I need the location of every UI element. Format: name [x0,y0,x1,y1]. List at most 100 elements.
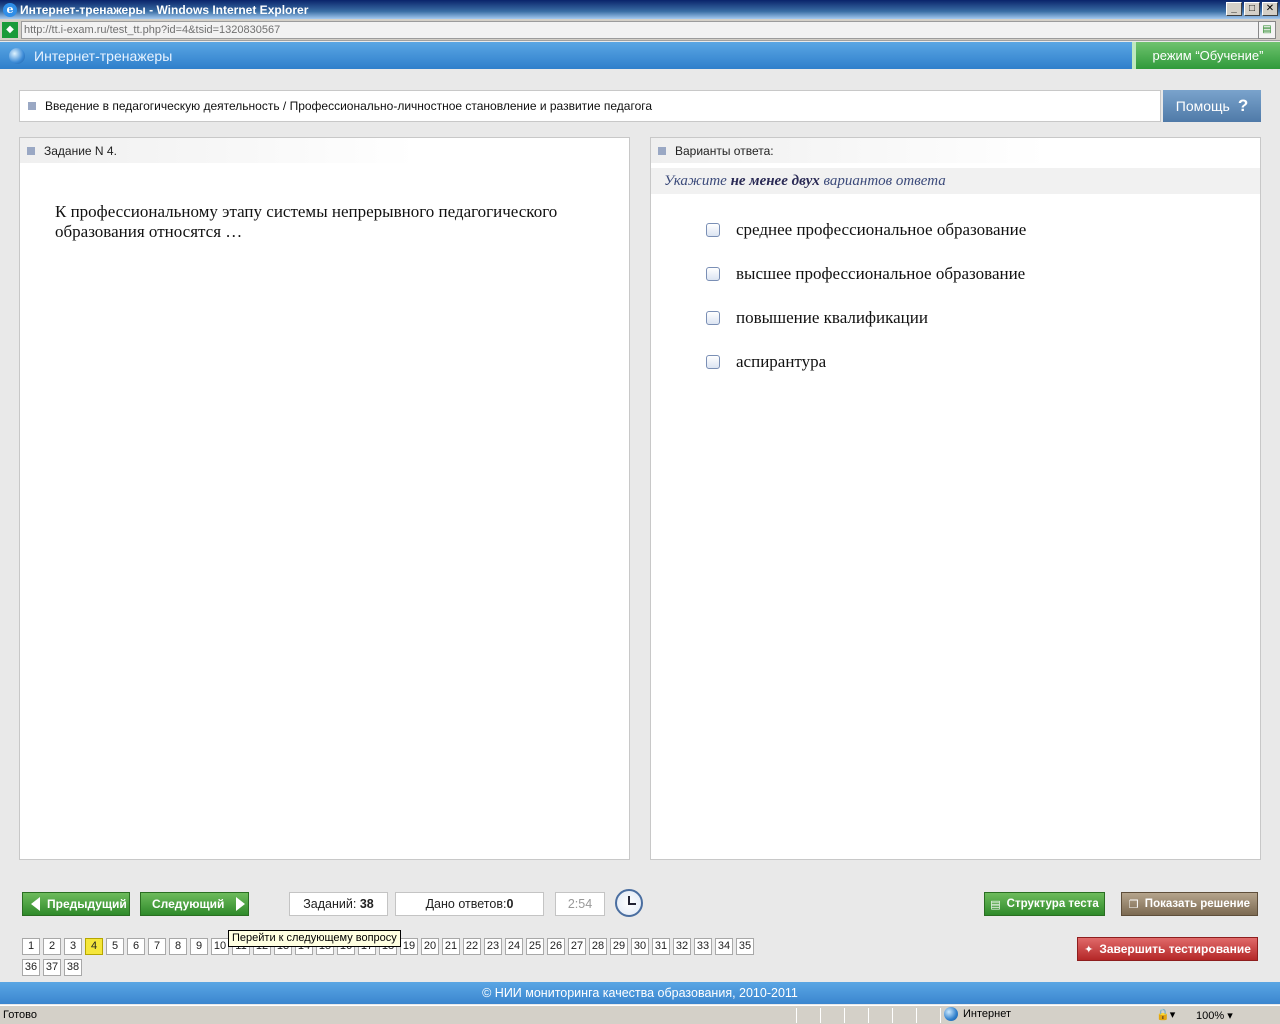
page-link-3[interactable]: 3 [64,938,82,955]
page-link-37[interactable]: 37 [43,959,61,976]
page-link-38[interactable]: 38 [64,959,82,976]
option-checkbox[interactable] [706,267,720,281]
page-link-25[interactable]: 25 [526,938,544,955]
breadcrumb: Введение в педагогическую деятельность /… [19,90,1161,122]
close-button[interactable]: ✕ [1262,2,1278,16]
page-link-7[interactable]: 7 [148,938,166,955]
page-link-6[interactable]: 6 [127,938,145,955]
page-link-8[interactable]: 8 [169,938,187,955]
structure-label: Структура теста [1006,898,1099,910]
option-checkbox[interactable] [706,223,720,237]
answers-title: Варианты ответа: [675,143,774,158]
globe-icon [9,47,25,64]
answers-counter: Дано ответов: 0 [395,892,544,916]
compatibility-icon[interactable]: ▤ [1258,21,1276,39]
page-link-31[interactable]: 31 [652,938,670,955]
address-input[interactable]: http://tt.i-exam.ru/test_tt.php?id=4&tsi… [21,20,1271,39]
question-mark-icon: ? [1237,96,1249,115]
question-text: К профессиональному этапу системы непрер… [55,202,558,241]
page-link-34[interactable]: 34 [715,938,733,955]
answer-option[interactable]: высшее профессиональное образование [706,252,1026,296]
zoom-control[interactable]: 100% ▾ [1196,1009,1233,1022]
status-divider [868,1008,869,1023]
clock-icon [615,889,643,917]
page-link-26[interactable]: 26 [547,938,565,955]
tasks-counter: Заданий: 38 [289,892,388,916]
address-bar: ◆ http://tt.i-exam.ru/test_tt.php?id=4&t… [0,19,1280,41]
page-link-24[interactable]: 24 [505,938,523,955]
status-divider [892,1008,893,1023]
hint-emphasis: не менее двух [730,173,820,189]
internet-globe-icon [944,1007,958,1021]
status-divider [820,1008,821,1023]
status-text: Готово [3,1009,37,1021]
page-link-28[interactable]: 28 [589,938,607,955]
zone-label: Интернет [963,1008,1011,1020]
show-solution-button[interactable]: ❐ Показать решение [1121,892,1258,916]
page-link-22[interactable]: 22 [463,938,481,955]
page-link-5[interactable]: 5 [106,938,124,955]
page-link-32[interactable]: 32 [673,938,691,955]
option-checkbox[interactable] [706,311,720,325]
page-link-30[interactable]: 30 [631,938,649,955]
answered-count: 0 [506,897,514,911]
page-link-9[interactable]: 9 [190,938,208,955]
task-panel: Задание N 4. К профессиональному этапу с… [19,137,630,860]
app-title: Интернет-тренажеры [34,47,173,64]
footer-copyright: © НИИ мониторинга качества образования, … [0,982,1280,1004]
timer-display: 2:54 [555,892,605,916]
page-link-23[interactable]: 23 [484,938,502,955]
page-link-4[interactable]: 4 [85,938,103,955]
protected-mode-icon[interactable]: 🔒▾ [1156,1008,1175,1021]
minimize-button[interactable]: _ [1226,2,1242,16]
page-link-27[interactable]: 27 [568,938,586,955]
hint-prefix: Укажите [664,173,731,189]
page-link-36[interactable]: 36 [22,959,40,976]
finish-label: Завершить тестирование [1099,942,1251,956]
status-bar: Готово Интернет 🔒▾ 100% ▾ [0,1005,1280,1024]
status-divider [916,1008,917,1023]
page-link-33[interactable]: 33 [694,938,712,955]
page-link-20[interactable]: 20 [421,938,439,955]
option-checkbox[interactable] [706,355,720,369]
status-divider [940,1008,941,1023]
next-button[interactable]: Следующий [140,892,249,916]
finish-test-button[interactable]: ✦ Завершить тестирование [1077,937,1258,961]
ie-logo-icon: e [3,2,17,17]
maximize-button[interactable]: □ [1244,2,1260,16]
answers-panel: Варианты ответа: Укажите не менее двух в… [650,137,1261,860]
previous-label: Предыдущий [47,897,127,911]
option-label[interactable]: повышение квалификации [736,308,928,328]
help-button[interactable]: Помощь ? [1163,90,1261,122]
page-link-2[interactable]: 2 [43,938,61,955]
page-link-10[interactable]: 10 [211,938,229,955]
solution-label: Показать решение [1144,898,1251,910]
page-link-1[interactable]: 1 [22,938,40,955]
page-link-29[interactable]: 29 [610,938,628,955]
option-label[interactable]: высшее профессиональное образование [736,264,1025,284]
tasks-label: Заданий: [303,897,357,911]
previous-button[interactable]: Предыдущий [22,892,130,916]
page-link-35[interactable]: 35 [736,938,754,955]
answer-options: среднее профессиональное образование выс… [706,208,1026,384]
test-structure-button[interactable]: ▤ Структура теста [984,892,1105,916]
arrow-right-icon [236,897,246,911]
answer-option[interactable]: среднее профессиональное образование [706,208,1026,252]
arrow-left-icon [31,897,40,911]
answer-option[interactable]: аспирантура [706,340,1026,384]
tasks-count: 38 [359,897,374,911]
status-divider [796,1008,797,1023]
task-header: Задание N 4. [20,138,629,163]
app-header: Интернет-тренажеры режим “Обучение” [0,42,1280,69]
page-link-19[interactable]: 19 [400,938,418,955]
page-favicon-icon: ◆ [2,21,18,38]
next-tooltip: Перейти к следующему вопросу [228,930,401,947]
window-titlebar: e Интернет-тренажеры - Windows Internet … [0,0,1280,19]
page-link-21[interactable]: 21 [442,938,460,955]
list-icon: ▤ [990,898,1001,911]
answered-label: Дано ответов: [425,897,507,911]
option-label[interactable]: аспирантура [736,352,826,372]
option-label[interactable]: среднее профессиональное образование [736,220,1026,240]
security-zone[interactable]: Интернет [944,1007,1011,1021]
answer-option[interactable]: повышение квалификации [706,296,1026,340]
